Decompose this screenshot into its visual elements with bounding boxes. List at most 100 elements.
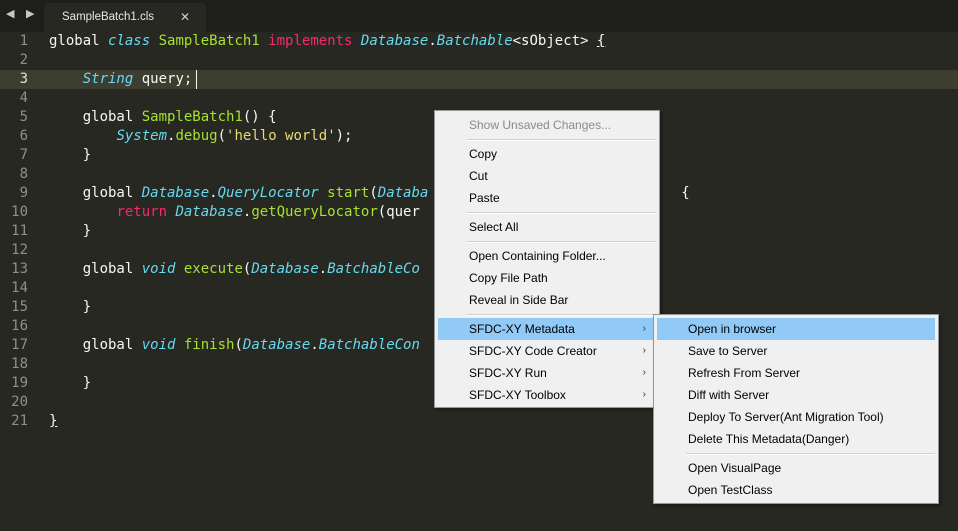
code-token: (	[217, 128, 227, 144]
menu-separator	[467, 139, 656, 141]
code-token: QueryLocator	[217, 185, 328, 201]
submenu-item-deploy-to-server-ant-migration-tool[interactable]: Deploy To Server(Ant Migration Tool)	[657, 406, 935, 428]
close-icon[interactable]: ✕	[180, 10, 190, 24]
menu-item-copy[interactable]: Copy	[438, 143, 656, 165]
code-token: finish	[183, 337, 235, 353]
code-token: <sObject>	[512, 33, 597, 49]
code-token: getQueryLocator	[251, 204, 378, 220]
menu-item-copy-file-path[interactable]: Copy File Path	[438, 267, 656, 289]
code-token: }	[49, 375, 92, 391]
code-token: SampleBatch1	[158, 33, 269, 49]
sfdc-xy-metadata-submenu: Open in browser Save to Server Refresh Fro…	[653, 314, 939, 504]
menu-item-open-containing-folder[interactable]: Open Containing Folder...	[438, 245, 656, 267]
code-token: Database	[242, 337, 311, 353]
menu-item-sfdc-xy-toolbox[interactable]: SFDC-XY Toolbox ›	[438, 384, 656, 406]
code-token: }	[49, 299, 92, 315]
line-number: 16	[11, 318, 28, 334]
menu-item-reveal-in-side-bar[interactable]: Reveal in Side Bar	[438, 289, 656, 311]
menu-item-label: Cut	[469, 169, 488, 183]
submenu-item-open-testclass[interactable]: Open TestClass	[657, 479, 935, 501]
menu-separator	[467, 314, 656, 316]
code-token: Database	[360, 33, 429, 49]
submenu-item-delete-this-metadata-danger[interactable]: Delete This Metadata(Danger)	[657, 428, 935, 450]
line-number: 21	[11, 413, 28, 429]
code-token: implements	[268, 33, 361, 49]
menu-item-cut[interactable]: Cut	[438, 165, 656, 187]
submenu-arrow-icon: ›	[642, 367, 646, 378]
tab-samplebatch1[interactable]: SampleBatch1.cls ✕	[44, 3, 206, 32]
code-token: System	[116, 128, 168, 144]
menu-item-label: Deploy To Server(Ant Migration Tool)	[688, 410, 884, 424]
menu-item-label: Open VisualPage	[688, 461, 782, 475]
submenu-item-save-to-server[interactable]: Save to Server	[657, 340, 935, 362]
menu-item-label: Open in browser	[688, 322, 777, 336]
menu-item-sfdc-xy-run[interactable]: SFDC-XY Run ›	[438, 362, 656, 384]
code-token: .	[428, 33, 437, 49]
line-number: 11	[11, 223, 28, 239]
code-line: String query;	[49, 70, 958, 89]
tab-title: SampleBatch1.cls	[62, 11, 155, 23]
tab-bar: ◀ ▶ SampleBatch1.cls ✕	[0, 0, 958, 32]
submenu-item-refresh-from-server[interactable]: Refresh From Server	[657, 362, 935, 384]
line-number: 7	[19, 147, 28, 163]
code-token: .	[209, 185, 218, 201]
code-token: }	[49, 223, 92, 239]
menu-item-sfdc-xy-metadata[interactable]: SFDC-XY Metadata ›	[438, 318, 656, 340]
line-number-gutter: 1 2 3 4 5 6 7 8 9 10 11 12 13 14 15 16 17 18 19 20 21	[0, 32, 40, 431]
code-token: {	[596, 33, 606, 49]
code-token: global	[49, 109, 142, 125]
submenu-item-open-visualpage[interactable]: Open VisualPage	[657, 457, 935, 479]
code-token: BatchableCon	[318, 337, 420, 353]
menu-item-select-all[interactable]: Select All	[438, 216, 656, 238]
line-number: 12	[11, 242, 28, 258]
menu-item-label: Copy File Path	[469, 271, 548, 285]
code-token: execute	[183, 261, 243, 277]
menu-item-label: SFDC-XY Code Creator	[469, 344, 597, 358]
submenu-item-diff-with-server[interactable]: Diff with Server	[657, 384, 935, 406]
line-number: 1	[19, 33, 28, 49]
code-token: void	[141, 337, 184, 353]
line-number: 9	[19, 185, 28, 201]
submenu-item-open-in-browser[interactable]: Open in browser	[657, 318, 935, 340]
code-token: () {	[242, 109, 277, 125]
code-token: }	[49, 147, 92, 163]
line-number: 13	[11, 261, 28, 277]
line-number: 15	[11, 299, 28, 315]
line-number: 5	[19, 109, 28, 125]
code-token: Databa	[377, 185, 429, 201]
code-token: global	[49, 185, 142, 201]
line-number: 6	[19, 128, 28, 144]
line-number: 17	[11, 337, 28, 353]
code-token: );	[335, 128, 353, 144]
code-token: Database	[251, 261, 319, 277]
context-menu: Show Unsaved Changes... Copy Cut Paste Selec…	[434, 110, 660, 408]
code-token: SampleBatch1	[141, 109, 243, 125]
line-number: 10	[11, 204, 28, 220]
menu-item-show-unsaved-changes: Show Unsaved Changes...	[438, 114, 656, 136]
menu-item-label: Open TestClass	[688, 483, 773, 497]
code-token: global	[49, 337, 142, 353]
submenu-arrow-icon: ›	[642, 323, 646, 334]
code-token: return	[116, 204, 176, 220]
code-token: global	[49, 261, 142, 277]
line-number: 18	[11, 356, 28, 372]
code-token: Database	[175, 204, 243, 220]
code-token: debug	[175, 128, 218, 144]
menu-item-label: Select All	[469, 220, 519, 234]
code-token: class	[108, 33, 159, 49]
menu-separator	[467, 212, 656, 214]
submenu-arrow-icon: ›	[642, 389, 646, 400]
tab-nav-arrows-icon[interactable]: ◀ ▶	[6, 7, 38, 20]
menu-item-sfdc-xy-code-creator[interactable]: SFDC-XY Code Creator ›	[438, 340, 656, 362]
code-token: query;	[141, 71, 193, 87]
code-line: global class SampleBatch1 implements Dat…	[49, 32, 958, 51]
line-number: 14	[11, 280, 28, 296]
menu-separator	[686, 453, 935, 455]
code-token: .	[318, 261, 328, 277]
line-number: 4	[19, 90, 28, 106]
menu-item-paste[interactable]: Paste	[438, 187, 656, 209]
